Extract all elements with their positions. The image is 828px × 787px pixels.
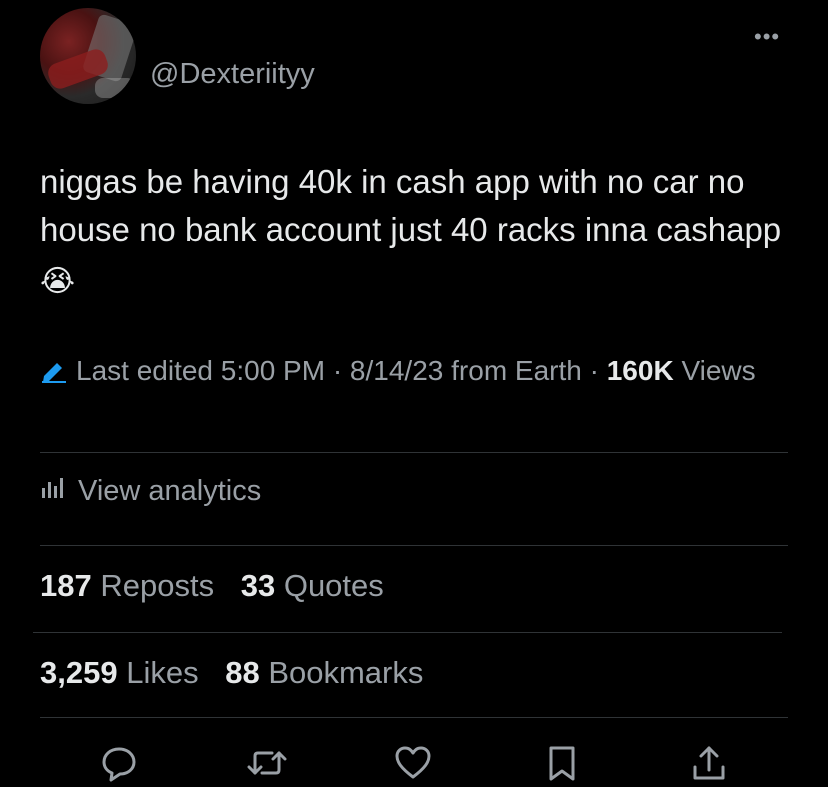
bookmarks-count: 88 (225, 655, 260, 690)
like-icon[interactable] (388, 738, 438, 787)
views-count: 160K (606, 355, 674, 386)
tweet-body: niggas be having 40k in cash app with no… (40, 163, 782, 248)
divider (40, 717, 788, 718)
quotes-label: Quotes (283, 568, 384, 603)
avatar[interactable] (40, 8, 136, 104)
analytics-icon (40, 474, 78, 508)
more-horizontal-icon[interactable]: ••• (754, 24, 780, 50)
crying-emoji: 😭 (40, 265, 76, 298)
quotes-link[interactable]: 33 Quotes (241, 568, 384, 603)
view-analytics-button[interactable]: View analytics (40, 474, 261, 508)
divider (33, 632, 782, 633)
quotes-count: 33 (240, 568, 276, 603)
bookmarks-link[interactable]: 88 Bookmarks (225, 655, 423, 690)
tweet-meta: Last edited 5:00 PM · 8/14/23 from Earth… (40, 352, 800, 390)
meta-separator: · (589, 355, 599, 386)
reposts-label: Reposts (100, 568, 215, 603)
like-stats: 3,259 Likes 88 Bookmarks (40, 655, 441, 691)
action-bar (0, 738, 828, 787)
edit-pencil-icon[interactable] (40, 355, 68, 383)
repost-icon[interactable] (242, 738, 292, 787)
bookmarks-label: Bookmarks (268, 655, 424, 690)
tweet-text: niggas be having 40k in cash app with no… (40, 158, 800, 306)
likes-link[interactable]: 3,259 Likes (40, 655, 199, 690)
likes-count: 3,259 (40, 655, 118, 690)
analytics-label: View analytics (78, 474, 262, 507)
divider (40, 452, 788, 453)
location-text: from Earth (451, 355, 582, 386)
reposts-count: 187 (40, 568, 92, 603)
likes-label: Likes (126, 655, 199, 690)
repost-stats: 187 Reposts 33 Quotes (40, 568, 402, 604)
reposts-link[interactable]: 187 Reposts (40, 568, 214, 603)
views-label: Views (681, 355, 756, 386)
reply-icon[interactable] (94, 738, 144, 787)
author-handle[interactable]: @Dexteriityy (150, 58, 315, 91)
divider (40, 545, 788, 546)
share-icon[interactable] (684, 738, 734, 787)
bookmark-icon[interactable] (537, 738, 587, 787)
edited-timestamp[interactable]: Last edited 5:00 PM · 8/14/23 (76, 355, 443, 386)
